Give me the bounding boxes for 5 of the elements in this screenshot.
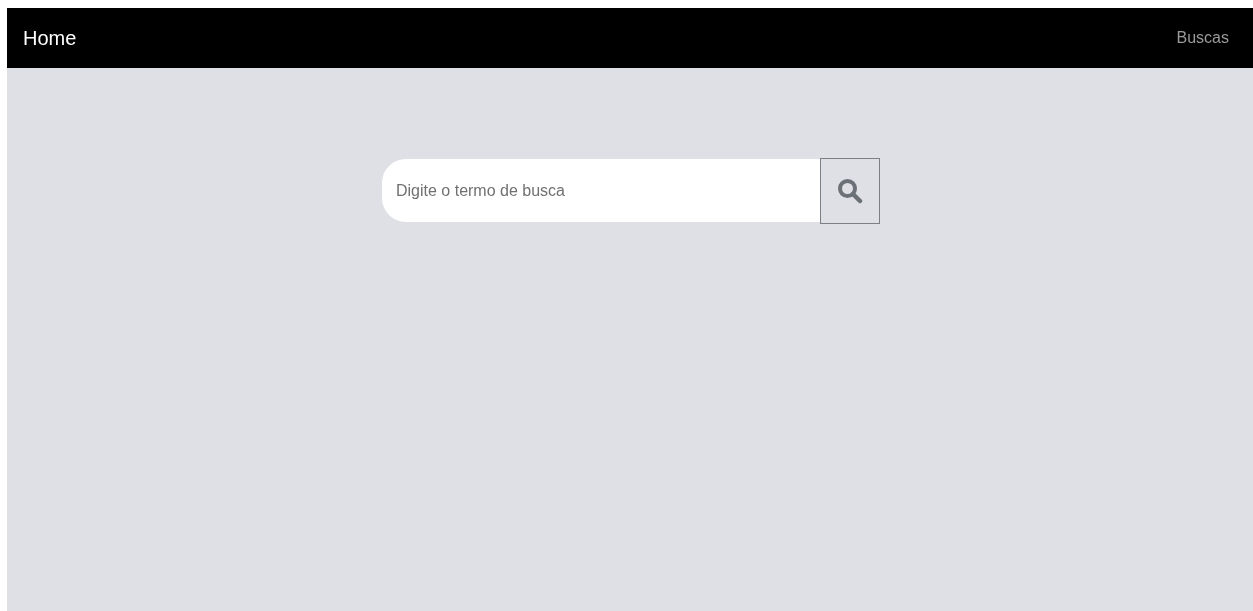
search-button[interactable]: [820, 158, 880, 224]
home-link[interactable]: Home: [23, 26, 77, 50]
search-field[interactable]: Digite o termo de busca: [382, 159, 820, 222]
search-icon: [837, 178, 863, 204]
nav-link[interactable]: Buscas: [1176, 29, 1229, 47]
